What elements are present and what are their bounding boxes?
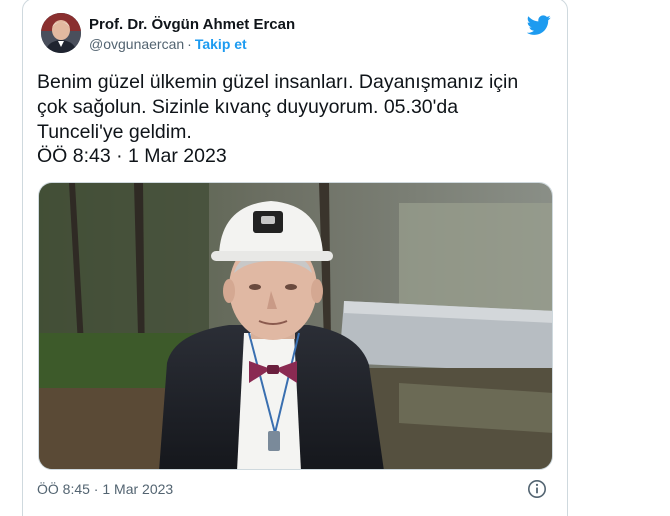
photo-man-in-hard-hat bbox=[39, 183, 552, 469]
tweet-card[interactable]: Prof. Dr. Övgün Ahmet Ercan @ovgunaercan… bbox=[22, 0, 568, 516]
separator-dot: · bbox=[187, 36, 192, 52]
info-icon[interactable] bbox=[527, 479, 547, 499]
author-display-name[interactable]: Prof. Dr. Övgün Ahmet Ercan bbox=[89, 15, 295, 34]
twitter-bird-icon[interactable] bbox=[527, 13, 551, 37]
author-handle[interactable]: @ovgunaercan bbox=[89, 36, 184, 52]
avatar-image bbox=[41, 13, 81, 53]
tweet-photo[interactable] bbox=[38, 182, 553, 470]
follow-button[interactable]: Takip et bbox=[195, 36, 247, 52]
tweet-posted-time[interactable]: ÖÖ 8:43 · 1 Mar 2023 bbox=[37, 144, 227, 169]
author-handle-line: @ovgunaercan · Takip et bbox=[89, 34, 295, 54]
tweet-text: Benim güzel ülkemin güzel insanları. Day… bbox=[37, 71, 519, 143]
avatar[interactable] bbox=[41, 13, 81, 53]
footer-timestamp[interactable]: ÖÖ 8:45 · 1 Mar 2023 bbox=[37, 479, 173, 499]
author-block: Prof. Dr. Övgün Ahmet Ercan @ovgunaercan… bbox=[89, 15, 295, 54]
